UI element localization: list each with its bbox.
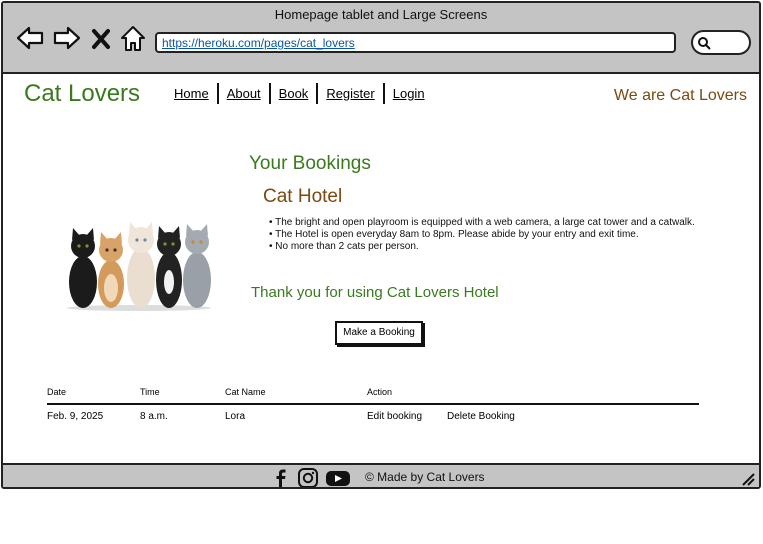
bookings-table: Date Time Cat Name Action Feb. 9, 2025 8… [47,385,699,423]
social-links [269,467,351,489]
rule-item: The bright and open playroom is equipped… [269,217,695,229]
edit-booking-link[interactable]: Edit booking [367,411,422,422]
cell-time: 8 a.m. [140,411,168,422]
site-footer: © Made by Cat Lovers [3,463,759,489]
hotel-rules-list: The bright and open playroom is equipped… [269,217,695,253]
close-icon[interactable] [90,23,112,53]
site-tagline: We are Cat Lovers [613,87,747,104]
table-row: Feb. 9, 2025 8 a.m. Lora Edit booking De… [47,409,699,423]
resize-handle-icon[interactable] [741,472,755,486]
main-nav: Home About Book Register Login [174,83,433,104]
bookings-heading: Your Bookings [249,153,371,174]
rule-item: No more than 2 cats per person. [269,241,695,253]
nav-about[interactable]: About [219,84,269,104]
header-time: Time [140,387,160,397]
cat-grey [183,224,211,308]
cat-black-1 [69,228,97,308]
search-input[interactable] [691,30,751,55]
nav-register[interactable]: Register [318,84,382,104]
window-title: Homepage tablet and Large Screens [274,7,488,22]
header-date: Date [47,387,67,397]
instagram-icon[interactable] [297,467,319,489]
home-icon[interactable] [118,23,148,53]
nav-login[interactable]: Login [385,84,433,104]
header-cat-name: Cat Name [225,387,266,397]
hotel-heading: Cat Hotel [263,186,343,207]
cat-black-2 [156,226,182,308]
delete-booking-link[interactable]: Delete Booking [447,411,515,422]
facebook-icon[interactable] [269,467,291,489]
header-action: Action [367,387,393,397]
rule-item: The Hotel is open everyday 8am to 8pm. P… [269,229,695,241]
arrow-left-icon[interactable] [15,23,45,53]
browser-chrome: Homepage tablet and Large Screens https:… [3,3,759,74]
browser-window: Homepage tablet and Large Screens https:… [1,1,761,489]
cell-cat-name: Lora [225,411,246,422]
youtube-icon[interactable] [325,467,351,489]
search-icon [698,37,711,50]
arrow-right-icon[interactable] [52,23,82,53]
site-logo[interactable]: Cat Lovers [24,80,140,108]
make-booking-button[interactable]: Make a Booking [335,321,423,345]
cat-cream [127,222,155,308]
thank-you-message: Thank you for using Cat Lovers Hotel [251,284,499,301]
cat-ginger [98,232,124,308]
url-input[interactable]: https://heroku.com/pages/cat_lovers [155,32,676,53]
nav-home[interactable]: Home [174,84,217,104]
copyright-text: © Made by Cat Lovers [365,470,485,484]
nav-book[interactable]: Book [271,84,317,104]
cell-date: Feb. 9, 2025 [47,411,104,422]
table-header: Date Time Cat Name Action [47,385,699,405]
cats-image [67,222,211,311]
